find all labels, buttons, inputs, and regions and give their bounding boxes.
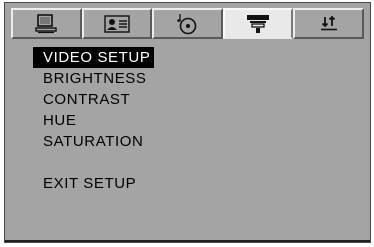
menu-spacer [33,152,157,173]
preferences-arrows-icon [320,15,337,30]
tab-preferences[interactable] [293,8,364,39]
video-setup-icon [247,14,270,33]
tab-general[interactable] [11,8,82,39]
screen-bottom-border [5,240,370,242]
audio-language-icon [104,14,130,33]
menu-item-contrast[interactable]: CONTRAST [33,89,157,110]
tab-disc[interactable] [152,8,223,39]
tab-video-setup[interactable] [222,8,294,39]
tab-audio[interactable] [81,8,153,39]
menu-item-hue[interactable]: HUE [33,110,157,131]
menu-item-saturation[interactable]: SATURATION [33,131,157,152]
setup-tab-bar [11,8,364,41]
osd-screen: VIDEO SETUP BRIGHTNESS CONTRAST HUE SATU… [4,2,371,243]
disc-music-icon [177,13,197,34]
video-setup-menu: VIDEO SETUP BRIGHTNESS CONTRAST HUE SATU… [33,47,157,194]
menu-title-video-setup[interactable]: VIDEO SETUP [33,47,155,68]
monitor-icon [35,13,57,33]
menu-item-exit-setup[interactable]: EXIT SETUP [33,173,157,194]
menu-item-brightness[interactable]: BRIGHTNESS [33,68,157,89]
